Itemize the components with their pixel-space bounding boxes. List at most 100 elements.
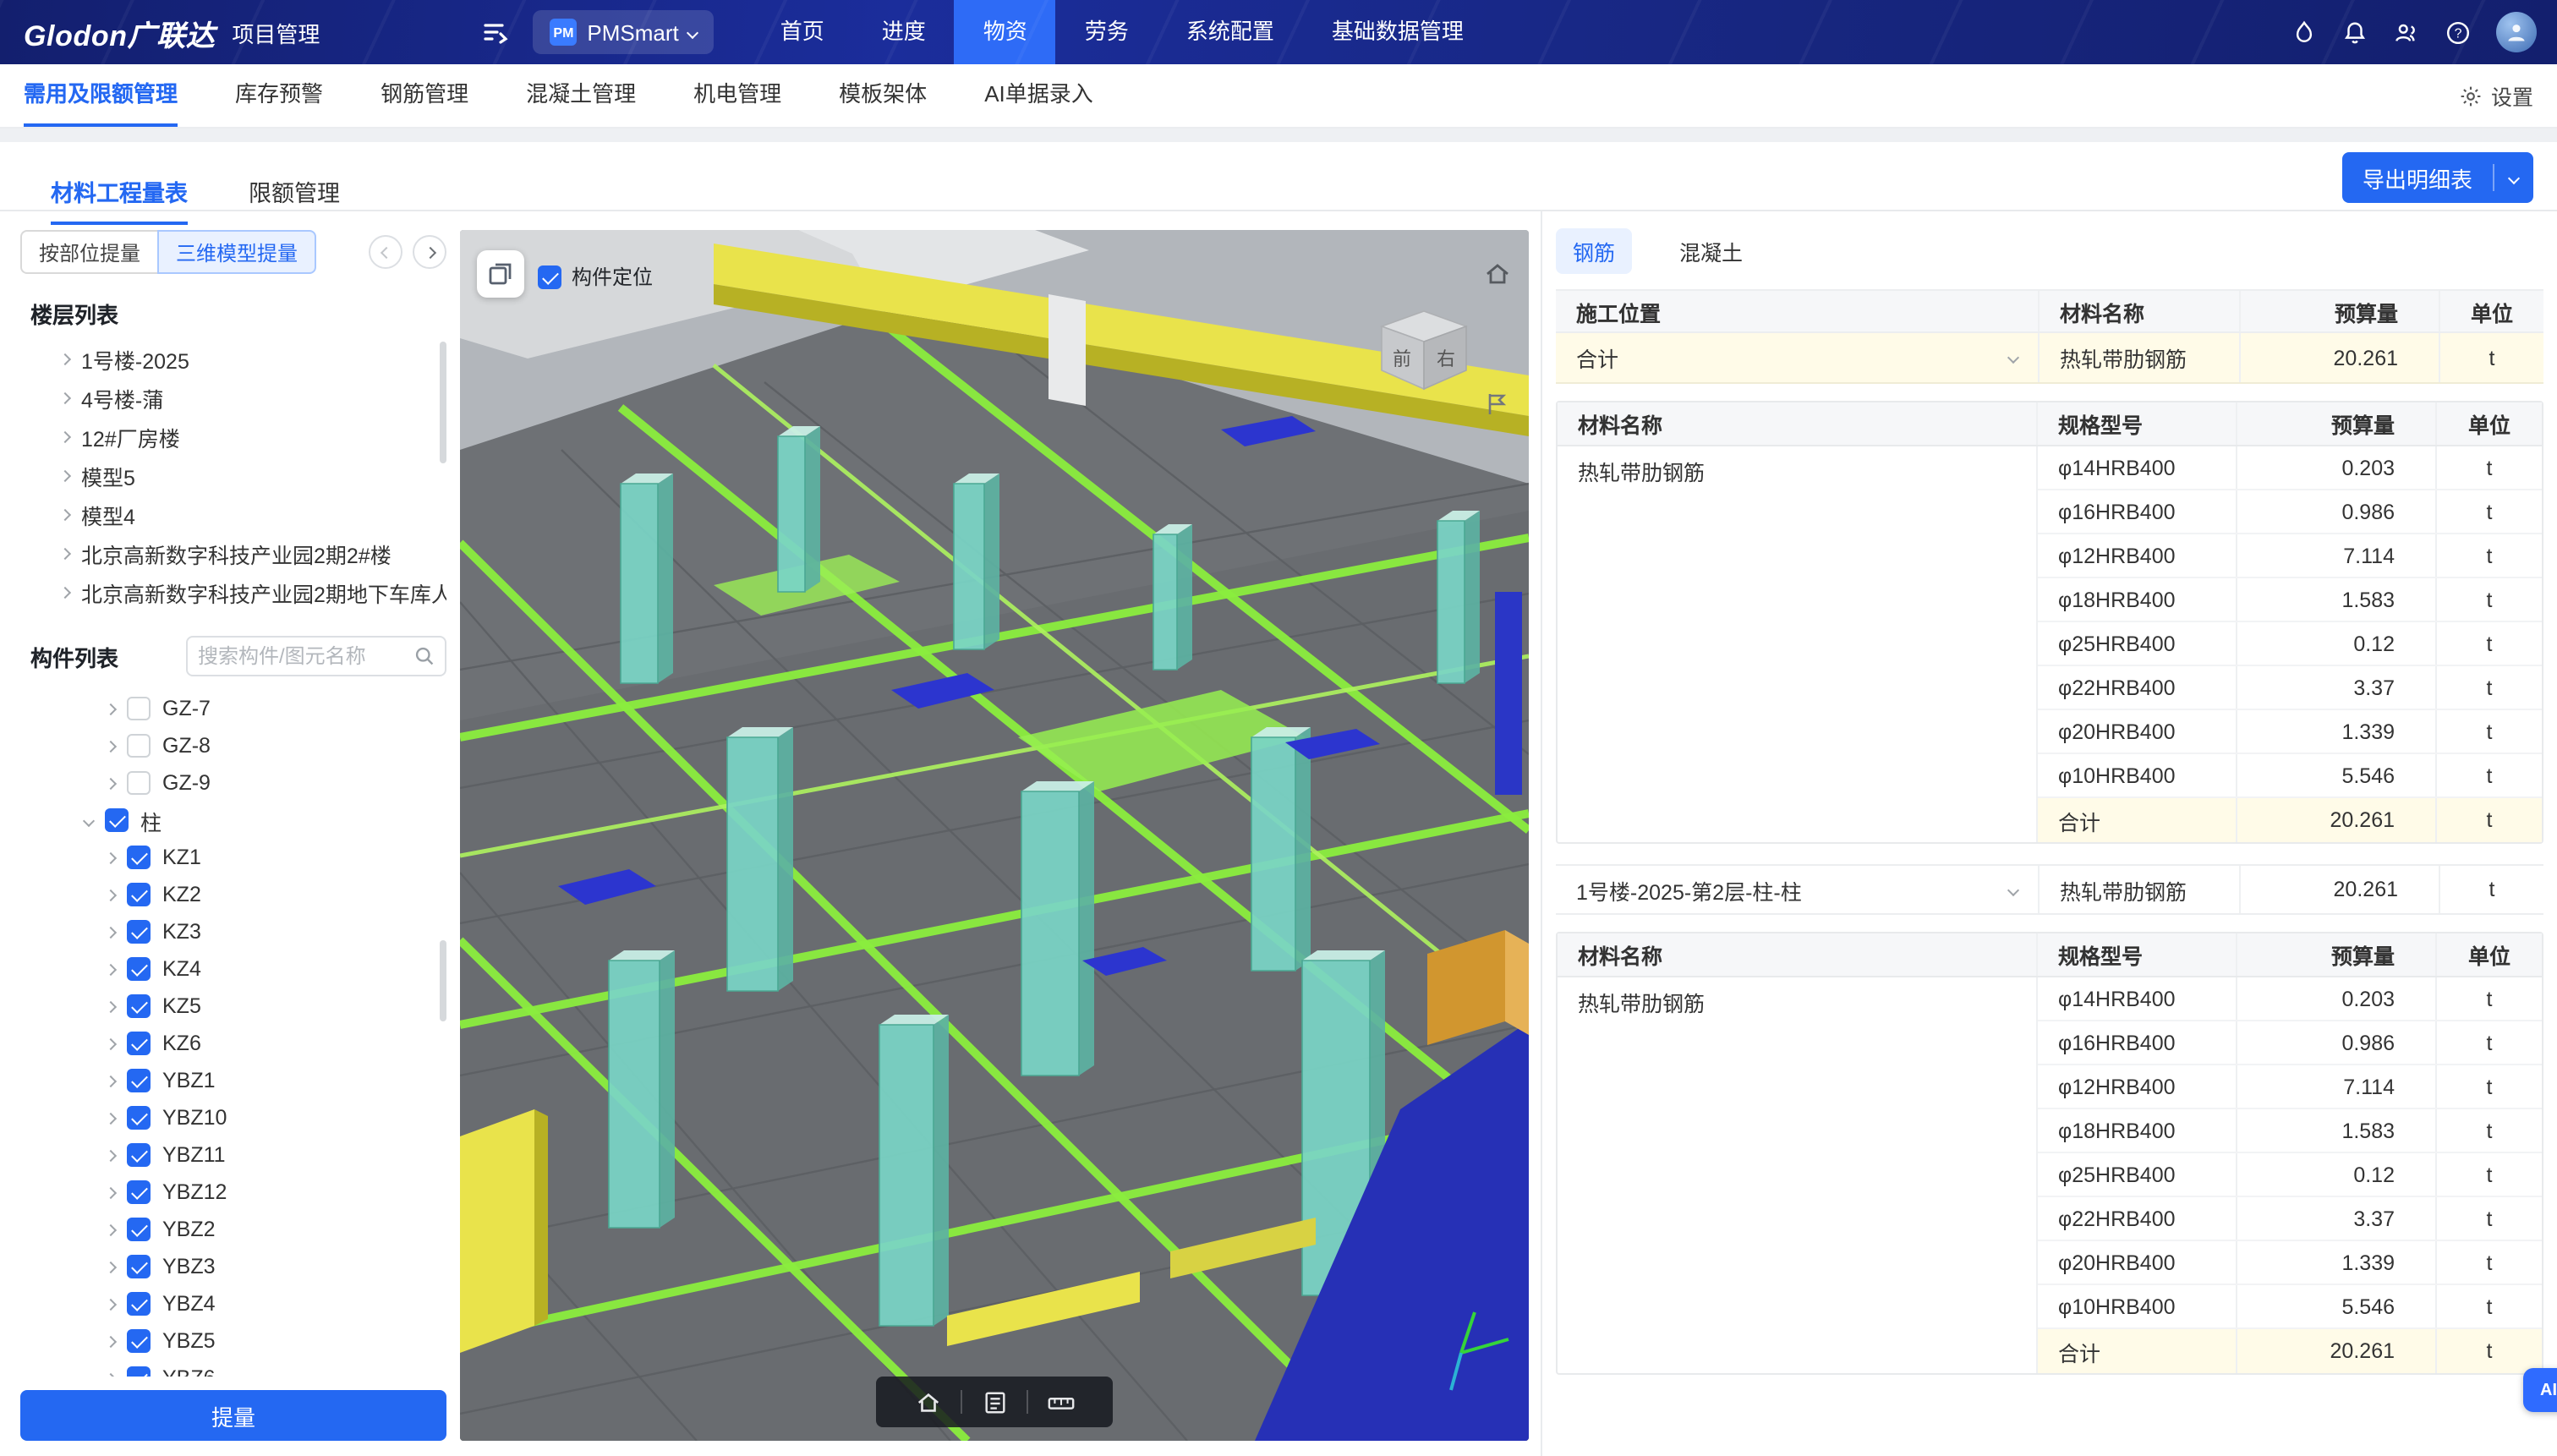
top-nav-item[interactable]: 进度 (853, 0, 955, 64)
spec-row[interactable]: φ18HRB4001.583t (2038, 1109, 2542, 1153)
group-row[interactable]: 合计热轧带肋钢筋20.261t (1556, 333, 2543, 384)
scrollbar-thumb[interactable] (440, 342, 446, 463)
component-item[interactable]: 柱 (20, 802, 446, 839)
checkbox-checked[interactable] (127, 1143, 151, 1167)
top-nav-item[interactable]: 系统配置 (1158, 0, 1303, 64)
top-nav-item[interactable]: 物资 (955, 0, 1056, 64)
checkbox-checked[interactable] (105, 808, 129, 832)
ai-assistant-button[interactable]: AI (2523, 1368, 2557, 1412)
model-viewer[interactable]: 构件定位 前 右 (460, 230, 1529, 1441)
spec-row[interactable]: φ22HRB4003.37t (2038, 1197, 2542, 1241)
checkbox-checked[interactable] (127, 957, 151, 981)
component-item[interactable]: YBZ5 (20, 1322, 446, 1360)
component-item[interactable]: YBZ12 (20, 1174, 446, 1211)
checkbox-checked[interactable] (127, 1255, 151, 1278)
floor-item[interactable]: 12#厂房楼 (20, 418, 446, 457)
spec-row[interactable]: φ18HRB4001.583t (2038, 578, 2542, 622)
subnav-item[interactable]: AI单据录入 (984, 64, 1093, 127)
component-item[interactable]: YBZ4 (20, 1285, 446, 1322)
reset-view-button[interactable] (896, 1377, 961, 1427)
component-item[interactable]: GZ-7 (20, 690, 446, 727)
subnav-item[interactable]: 钢筋管理 (381, 64, 468, 127)
floor-item[interactable]: 北京高新数字科技产业园2期地下车库人防 (20, 573, 446, 612)
checkbox-checked[interactable] (127, 883, 151, 906)
floor-item[interactable]: 4号楼-蒲 (20, 379, 446, 418)
subnav-item[interactable]: 机电管理 (693, 64, 781, 127)
checkbox-checked[interactable] (127, 920, 151, 944)
checkbox-checked[interactable] (127, 1069, 151, 1092)
component-search-input[interactable] (198, 644, 414, 668)
floor-item[interactable]: 北京高新数字科技产业园2期2#楼 (20, 534, 446, 573)
checkbox-checked[interactable] (127, 1329, 151, 1353)
component-item[interactable]: GZ-9 (20, 764, 446, 802)
component-item[interactable]: YBZ2 (20, 1211, 446, 1248)
floor-item[interactable]: 1号楼-2025 (20, 340, 446, 379)
prev-page-button[interactable] (369, 235, 402, 269)
home-view-icon[interactable] (1483, 260, 1512, 296)
fire-icon[interactable] (2291, 19, 2317, 45)
bim-model-canvas[interactable] (460, 230, 1529, 1441)
export-button[interactable]: 导出明细表 (2342, 152, 2533, 203)
export-dropdown-button[interactable] (2494, 173, 2533, 182)
extract-quantity-button[interactable]: 提量 (20, 1390, 446, 1441)
spec-row[interactable]: φ25HRB4000.12t (2038, 1153, 2542, 1197)
spec-row[interactable]: φ16HRB4000.986t (2038, 1021, 2542, 1065)
mode-tab[interactable]: 按部位提量 (20, 230, 157, 274)
floor-item[interactable]: 模型5 (20, 457, 446, 495)
cube-front-label[interactable]: 前 (1393, 348, 1411, 369)
group-row[interactable]: 1号楼-2025-第2层-柱-柱热轧带肋钢筋20.261t (1556, 864, 2543, 915)
spec-row[interactable]: φ12HRB4007.114t (2038, 534, 2542, 578)
group-location-select[interactable]: 合计 (1556, 333, 2038, 382)
floor-item[interactable]: 模型4 (20, 495, 446, 534)
spec-row[interactable]: φ16HRB4000.986t (2038, 490, 2542, 534)
product-switcher[interactable]: PM PMSmart (533, 10, 714, 54)
spec-row[interactable]: φ25HRB4000.12t (2038, 622, 2542, 666)
component-item[interactable]: KZ5 (20, 988, 446, 1025)
cube-right-label[interactable]: 右 (1437, 348, 1455, 369)
checkbox-checked[interactable] (127, 1106, 151, 1130)
help-icon[interactable]: ? (2445, 19, 2471, 45)
spec-row[interactable]: φ20HRB4001.339t (2038, 710, 2542, 754)
component-item[interactable]: YBZ1 (20, 1062, 446, 1099)
checkbox-unchecked[interactable] (127, 697, 151, 720)
spec-row[interactable]: φ14HRB4000.203t (2038, 446, 2542, 490)
component-search[interactable] (186, 636, 446, 676)
checkbox-checked[interactable] (127, 1292, 151, 1316)
flag-icon[interactable] (1487, 392, 1507, 424)
component-item[interactable]: KZ3 (20, 913, 446, 950)
checkbox-checked[interactable] (127, 846, 151, 869)
settings-button[interactable]: 设置 (2459, 79, 2533, 112)
subnav-item[interactable]: 库存预警 (235, 64, 323, 127)
checkbox-unchecked[interactable] (127, 734, 151, 758)
measure-button[interactable] (1028, 1377, 1092, 1427)
checkbox-checked[interactable] (127, 1180, 151, 1204)
user-avatar[interactable] (2496, 12, 2537, 52)
workspace-switcher-icon[interactable] (482, 20, 509, 44)
component-item[interactable]: KZ6 (20, 1025, 446, 1062)
component-item[interactable]: KZ2 (20, 876, 446, 913)
group-location-select[interactable]: 1号楼-2025-第2层-柱-柱 (1556, 866, 2038, 913)
component-item[interactable]: GZ-8 (20, 727, 446, 764)
checkbox-checked[interactable] (127, 1032, 151, 1055)
spec-row[interactable]: φ20HRB4001.339t (2038, 1241, 2542, 1285)
subnav-item[interactable]: 模板架体 (839, 64, 927, 127)
checkbox-unchecked[interactable] (127, 771, 151, 795)
top-nav-item[interactable]: 基础数据管理 (1303, 0, 1492, 64)
top-nav-item[interactable]: 劳务 (1056, 0, 1158, 64)
components-panel-icon[interactable] (477, 250, 524, 298)
checkbox-checked[interactable] (538, 265, 561, 288)
subnav-item[interactable]: 混凝土管理 (526, 64, 636, 127)
component-item[interactable]: KZ4 (20, 950, 446, 988)
bell-icon[interactable] (2342, 19, 2368, 45)
component-item[interactable]: YBZ11 (20, 1136, 446, 1174)
checkbox-checked[interactable] (127, 1218, 151, 1241)
spec-row[interactable]: φ10HRB4005.546t (2038, 754, 2542, 798)
component-item[interactable]: YBZ10 (20, 1099, 446, 1136)
material-tab[interactable]: 钢筋 (1556, 228, 1632, 274)
spec-row[interactable]: φ22HRB4003.37t (2038, 666, 2542, 710)
top-nav-item[interactable]: 首页 (752, 0, 853, 64)
navigation-cube[interactable]: 前 右 (1363, 287, 1485, 404)
component-item[interactable]: KZ1 (20, 839, 446, 876)
next-page-button[interactable] (413, 235, 446, 269)
checkbox-checked[interactable] (127, 994, 151, 1018)
